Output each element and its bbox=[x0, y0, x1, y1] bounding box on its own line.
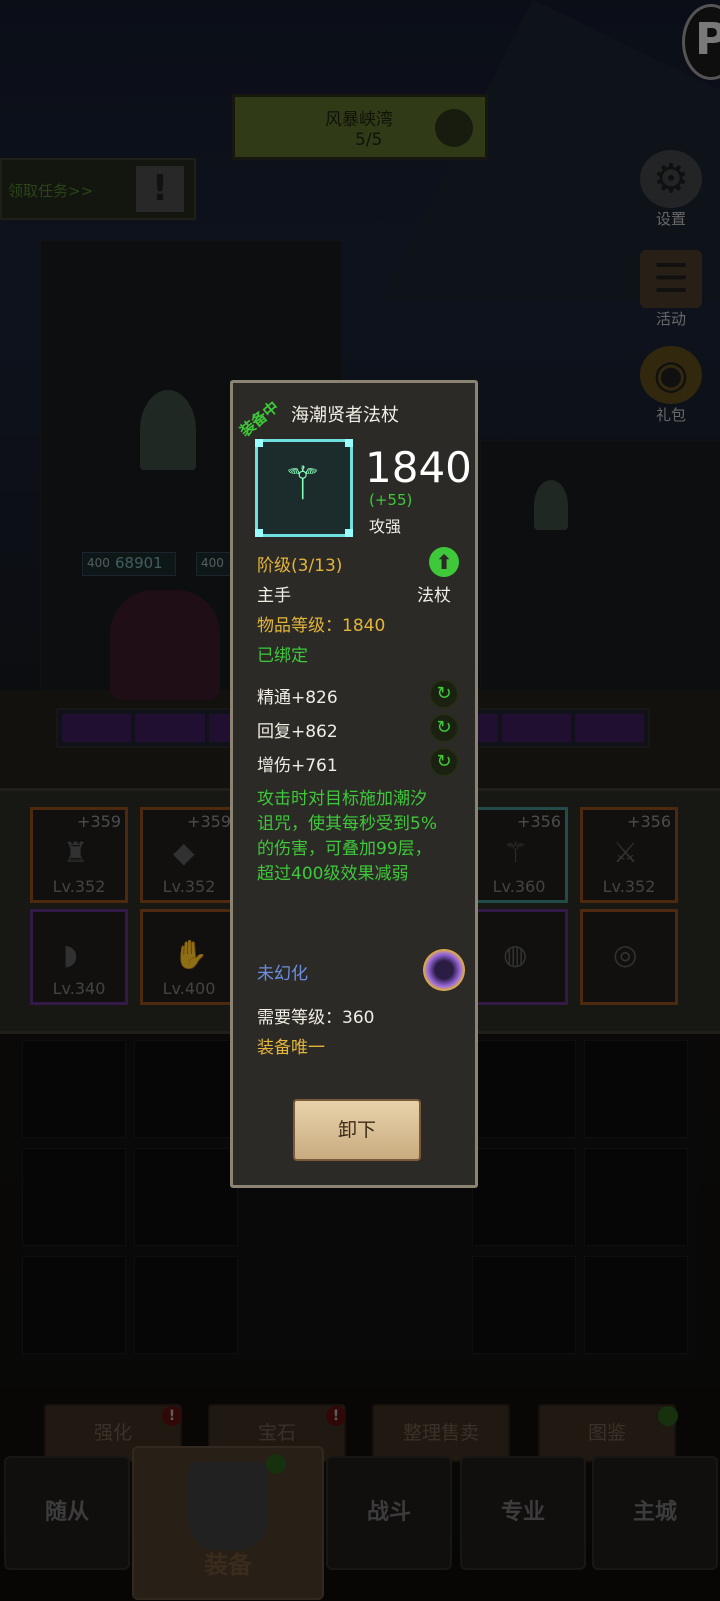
item-stat: 精通+826 bbox=[257, 688, 338, 708]
item-icon-frame: ⚚ bbox=[255, 439, 353, 537]
reroll-icon[interactable]: ↻ bbox=[429, 679, 459, 709]
unequip-button[interactable]: 卸下 bbox=[293, 1099, 421, 1161]
item-type: 法杖 bbox=[417, 586, 451, 606]
item-tooltip: 装备中 海潮贤者法杖 ⚚ 1840 (+55) 攻强 阶级(3/13) ⬆ 主手… bbox=[230, 380, 478, 1188]
item-name: 海潮贤者法杖 bbox=[291, 405, 399, 426]
transmog-orb-icon[interactable] bbox=[423, 949, 465, 991]
item-level: 物品等级：1840 bbox=[257, 616, 386, 636]
item-stat: 增伤+761 bbox=[257, 756, 338, 776]
item-stat: 回复+862 bbox=[257, 722, 338, 742]
staff-icon: ⚚ bbox=[282, 456, 324, 510]
unique-tag: 装备唯一 bbox=[257, 1038, 325, 1058]
item-bound-status: 已绑定 bbox=[257, 646, 308, 666]
equipped-tag: 装备中 bbox=[236, 397, 283, 441]
upgrade-arrow-icon[interactable]: ⬆ bbox=[429, 547, 459, 577]
item-effect: 攻击时对目标施加潮汐诅咒，使其每秒受到5%的伤害，可叠加99层，超过400级效果… bbox=[257, 789, 437, 884]
item-score: 1840 bbox=[365, 443, 472, 492]
item-slot: 主手 bbox=[257, 586, 291, 606]
reroll-icon[interactable]: ↻ bbox=[429, 747, 459, 777]
reroll-icon[interactable]: ↻ bbox=[429, 713, 459, 743]
required-level: 需要等级：360 bbox=[257, 1008, 375, 1028]
item-tier: 阶级(3/13) bbox=[257, 556, 343, 576]
item-score-delta: (+55) bbox=[369, 491, 413, 509]
item-score-stat: 攻强 bbox=[369, 517, 402, 536]
transmog-status: 未幻化 bbox=[257, 964, 308, 984]
